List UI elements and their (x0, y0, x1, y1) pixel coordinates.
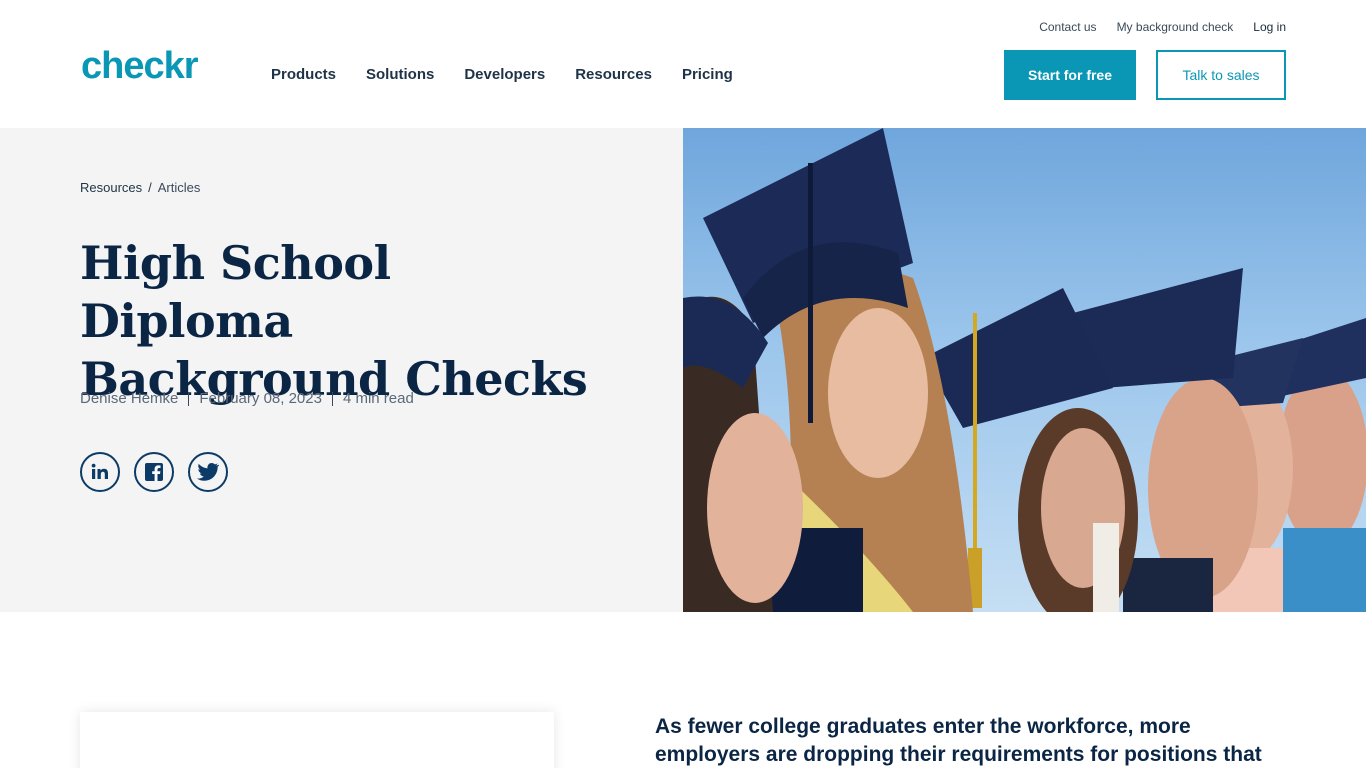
lead-line-1: As fewer college graduates enter the wor… (655, 715, 1191, 738)
article-meta: Denise Hemke February 08, 2023 4 min rea… (80, 390, 414, 407)
read-time: 4 min read (342, 390, 414, 407)
main-nav: Products Solutions Developers Resources … (271, 66, 733, 83)
breadcrumb-articles[interactable]: Articles (158, 180, 201, 195)
nav-pricing[interactable]: Pricing (682, 66, 733, 83)
checkr-logo[interactable]: checkr (81, 44, 199, 88)
author: Denise Hemke (80, 390, 179, 407)
article-lead: As fewer college graduates enter the wor… (655, 713, 1295, 768)
nav-solutions[interactable]: Solutions (366, 66, 434, 83)
nav-products[interactable]: Products (271, 66, 336, 83)
title-line-1: High School Diploma (80, 236, 391, 348)
social-share (80, 452, 228, 492)
log-in-link[interactable]: Log in (1253, 20, 1286, 34)
talk-to-sales-button[interactable]: Talk to sales (1156, 50, 1286, 100)
site-header: Contact us My background check Log in ch… (0, 0, 1366, 128)
graduates-photo (683, 128, 1366, 612)
utility-nav: Contact us My background check Log in (1039, 20, 1286, 34)
hero-section: Resources / Articles High School Diploma… (0, 128, 683, 612)
nav-resources[interactable]: Resources (575, 66, 652, 83)
breadcrumb-separator: / (148, 180, 152, 195)
nav-developers[interactable]: Developers (464, 66, 545, 83)
breadcrumb-resources[interactable]: Resources (80, 180, 142, 195)
meta-divider (188, 391, 190, 406)
breadcrumb: Resources / Articles (80, 180, 200, 195)
graduates-illustration (683, 128, 1366, 612)
table-of-contents-card (80, 712, 554, 768)
linkedin-icon[interactable] (80, 452, 120, 492)
lead-line-2: employers are dropping their requirement… (655, 743, 1262, 766)
meta-divider (331, 391, 333, 406)
start-for-free-button[interactable]: Start for free (1004, 50, 1136, 100)
twitter-icon[interactable] (188, 452, 228, 492)
contact-us-link[interactable]: Contact us (1039, 20, 1096, 34)
page-title: High School Diploma Background Checks (80, 234, 600, 408)
my-background-check-link[interactable]: My background check (1117, 20, 1234, 34)
facebook-icon[interactable] (134, 452, 174, 492)
publish-date: February 08, 2023 (199, 390, 322, 407)
